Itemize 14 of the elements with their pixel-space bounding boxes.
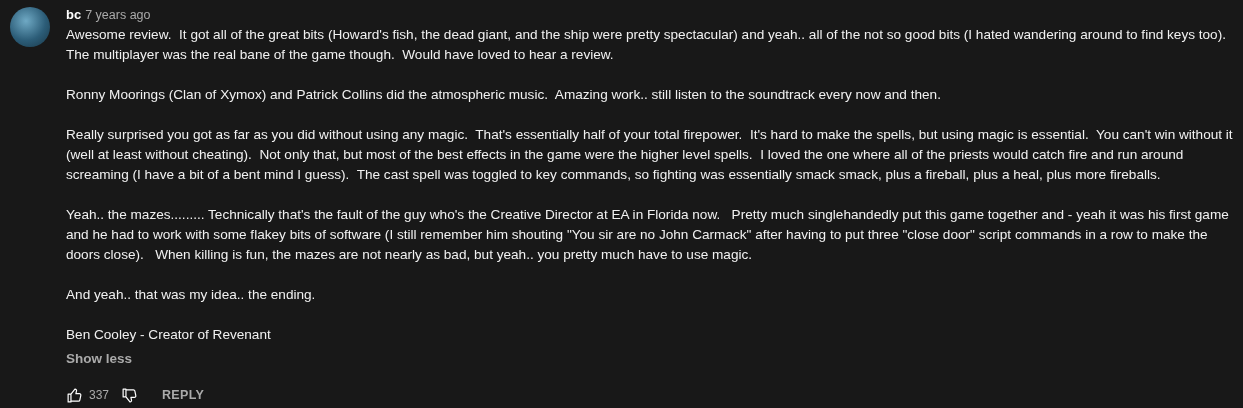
comment-paragraph: Awesome review. It got all of the great bits (Howard's fish, the dead giant, and the ship were pretty spectacular) and yeah.. all of the not so good bits (I hated wandering around to find keys too). The multiplayer was the real bane of the game though. Would have loved to hear a review. (66, 26, 1227, 64)
comment-paragraph: Ben Cooley - Creator of Revenant (66, 326, 272, 344)
show-less-link[interactable]: Show less (66, 349, 133, 369)
comment-paragraph: Ronny Moorings (Clan of Xymox) and Patrick Collins did the atmospheric music. Amazing work.. still listen to the soundtrack every now and then. (66, 86, 942, 104)
avatar[interactable] (10, 7, 50, 47)
comment-paragraph: And yeah.. that was my idea.. the ending. (66, 286, 317, 304)
thumbs-down-icon[interactable] (121, 386, 139, 404)
thumbs-up-icon[interactable] (66, 386, 83, 404)
comment-paragraph: Yeah.. the mazes......... Technically that's the fault of the guy who's the Creative Director at EA in Florida now. Pretty much singlehandedly put this game together and - yeah it was his first game and he had to work with some flakey bits of software (I still remember him shouting "You sir are no John Carmack" after having to put three "close door" script commands in a row to make the doors close). When killing is fun, the mazes are not nearly as bad, but yeah.. you pretty much have to use magic. (66, 206, 1230, 264)
comment-paragraph: Really surprised you got as far as you did without using any magic. That's essentially half of your total firepower. It's hard to make the spells, but using magic is essential. You can't win without it (well at least without cheating). Not only that, but most of the best effects in the game were the higher level spells. I loved the one where all of the priests would catch fire and run around screaming (I have a bit of a bent mind I guess). The cast spell was toggled to key commands, so fighting was essentially smack smack, plus a fireball, plus a heal, plus more fireballs. (66, 126, 1234, 184)
like-count: 337 (89, 388, 110, 402)
author-name[interactable]: bc (66, 7, 82, 22)
reply-button[interactable]: REPLY (154, 384, 213, 406)
comment-time[interactable]: 7 years ago (85, 8, 151, 22)
